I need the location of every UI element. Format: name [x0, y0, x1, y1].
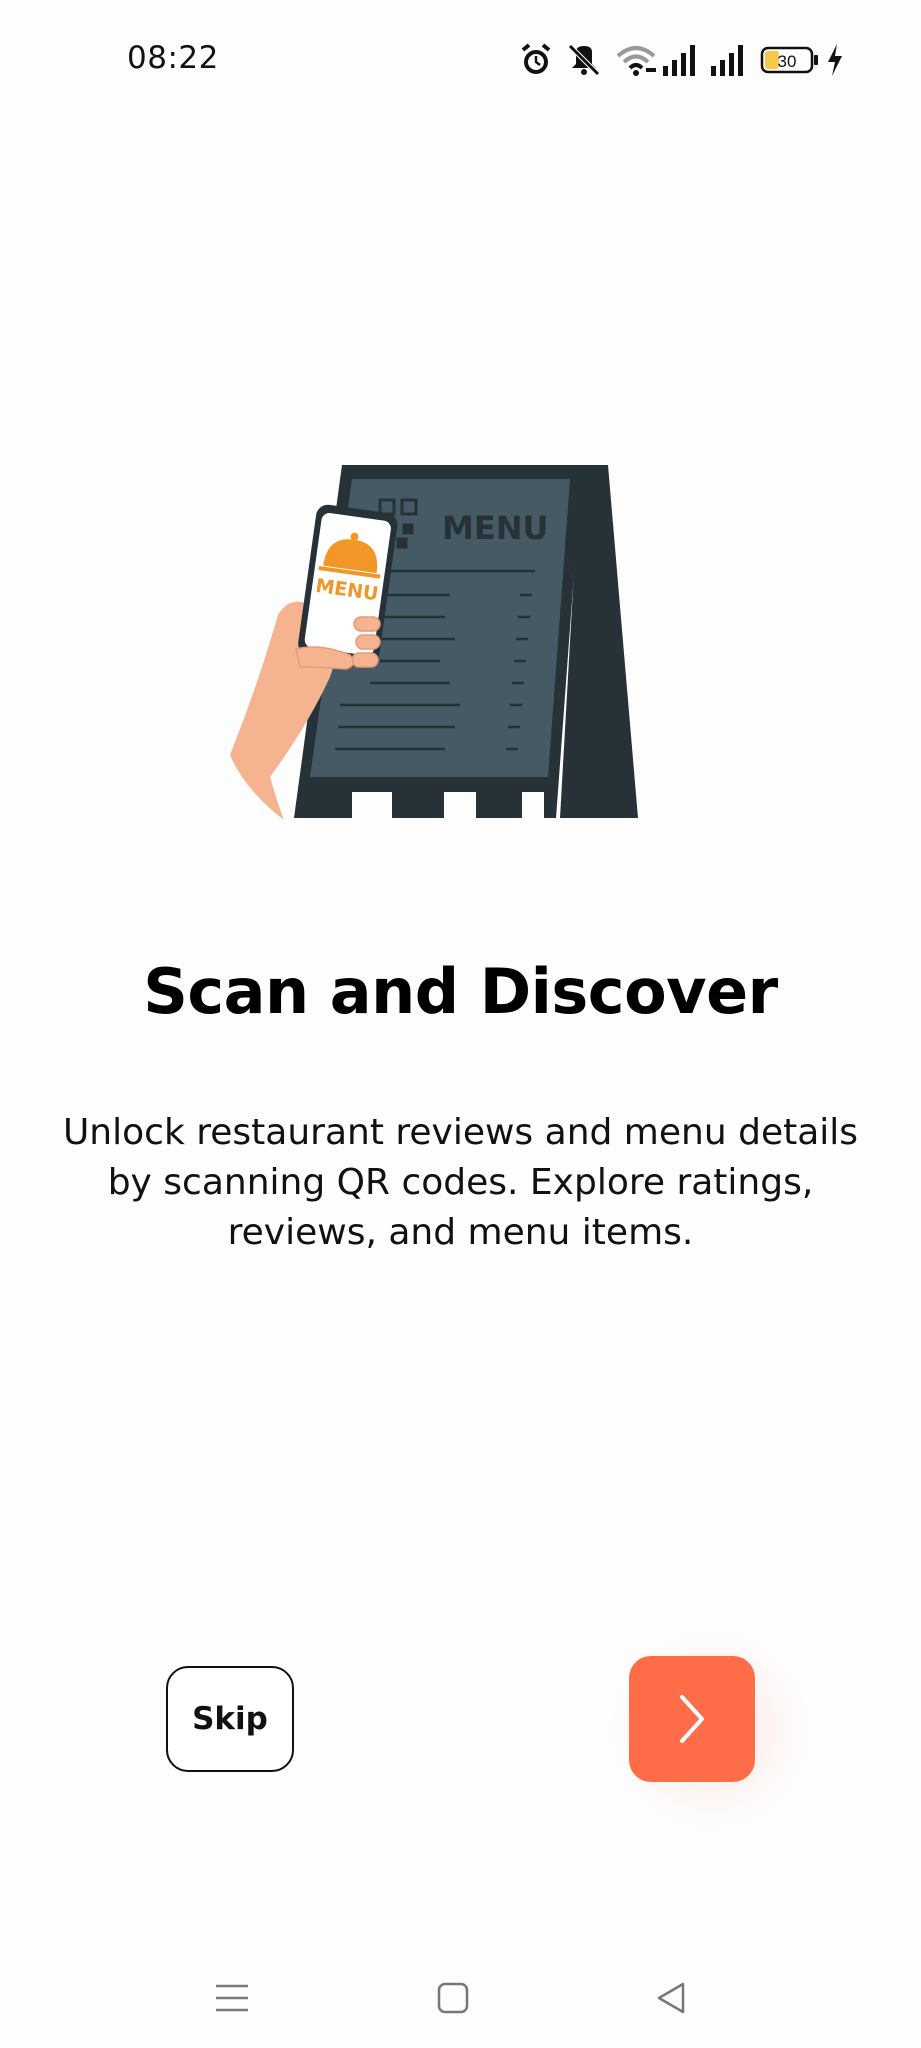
- home-icon[interactable]: [435, 1980, 471, 2016]
- next-button[interactable]: [629, 1656, 755, 1782]
- back-icon[interactable]: [653, 1980, 689, 2016]
- system-nav-bar: [0, 1960, 921, 2048]
- mute-icon: [568, 44, 600, 76]
- signal-icon: [663, 45, 695, 76]
- battery-level: 30: [778, 52, 797, 71]
- onboarding-title: Scan and Discover: [143, 955, 778, 1028]
- onboarding-description: Unlock restaurant reviews and menu detai…: [62, 1112, 859, 1253]
- battery-icon: 30: [760, 46, 818, 74]
- menu-qr-illustration: MENU MENU: [230, 465, 638, 820]
- skip-button[interactable]: Skip: [166, 1666, 294, 1772]
- charging-icon: [828, 44, 842, 76]
- menu-board-label: MENU: [442, 509, 548, 547]
- chevron-right-icon: [680, 1695, 704, 1743]
- status-time: 08:22: [127, 40, 219, 76]
- wifi-icon: [616, 46, 656, 76]
- alarm-icon: [521, 43, 551, 74]
- signal-icon: [711, 45, 743, 76]
- status-bar: 08:22 30: [0, 0, 921, 120]
- menu-icon[interactable]: [214, 1980, 250, 2016]
